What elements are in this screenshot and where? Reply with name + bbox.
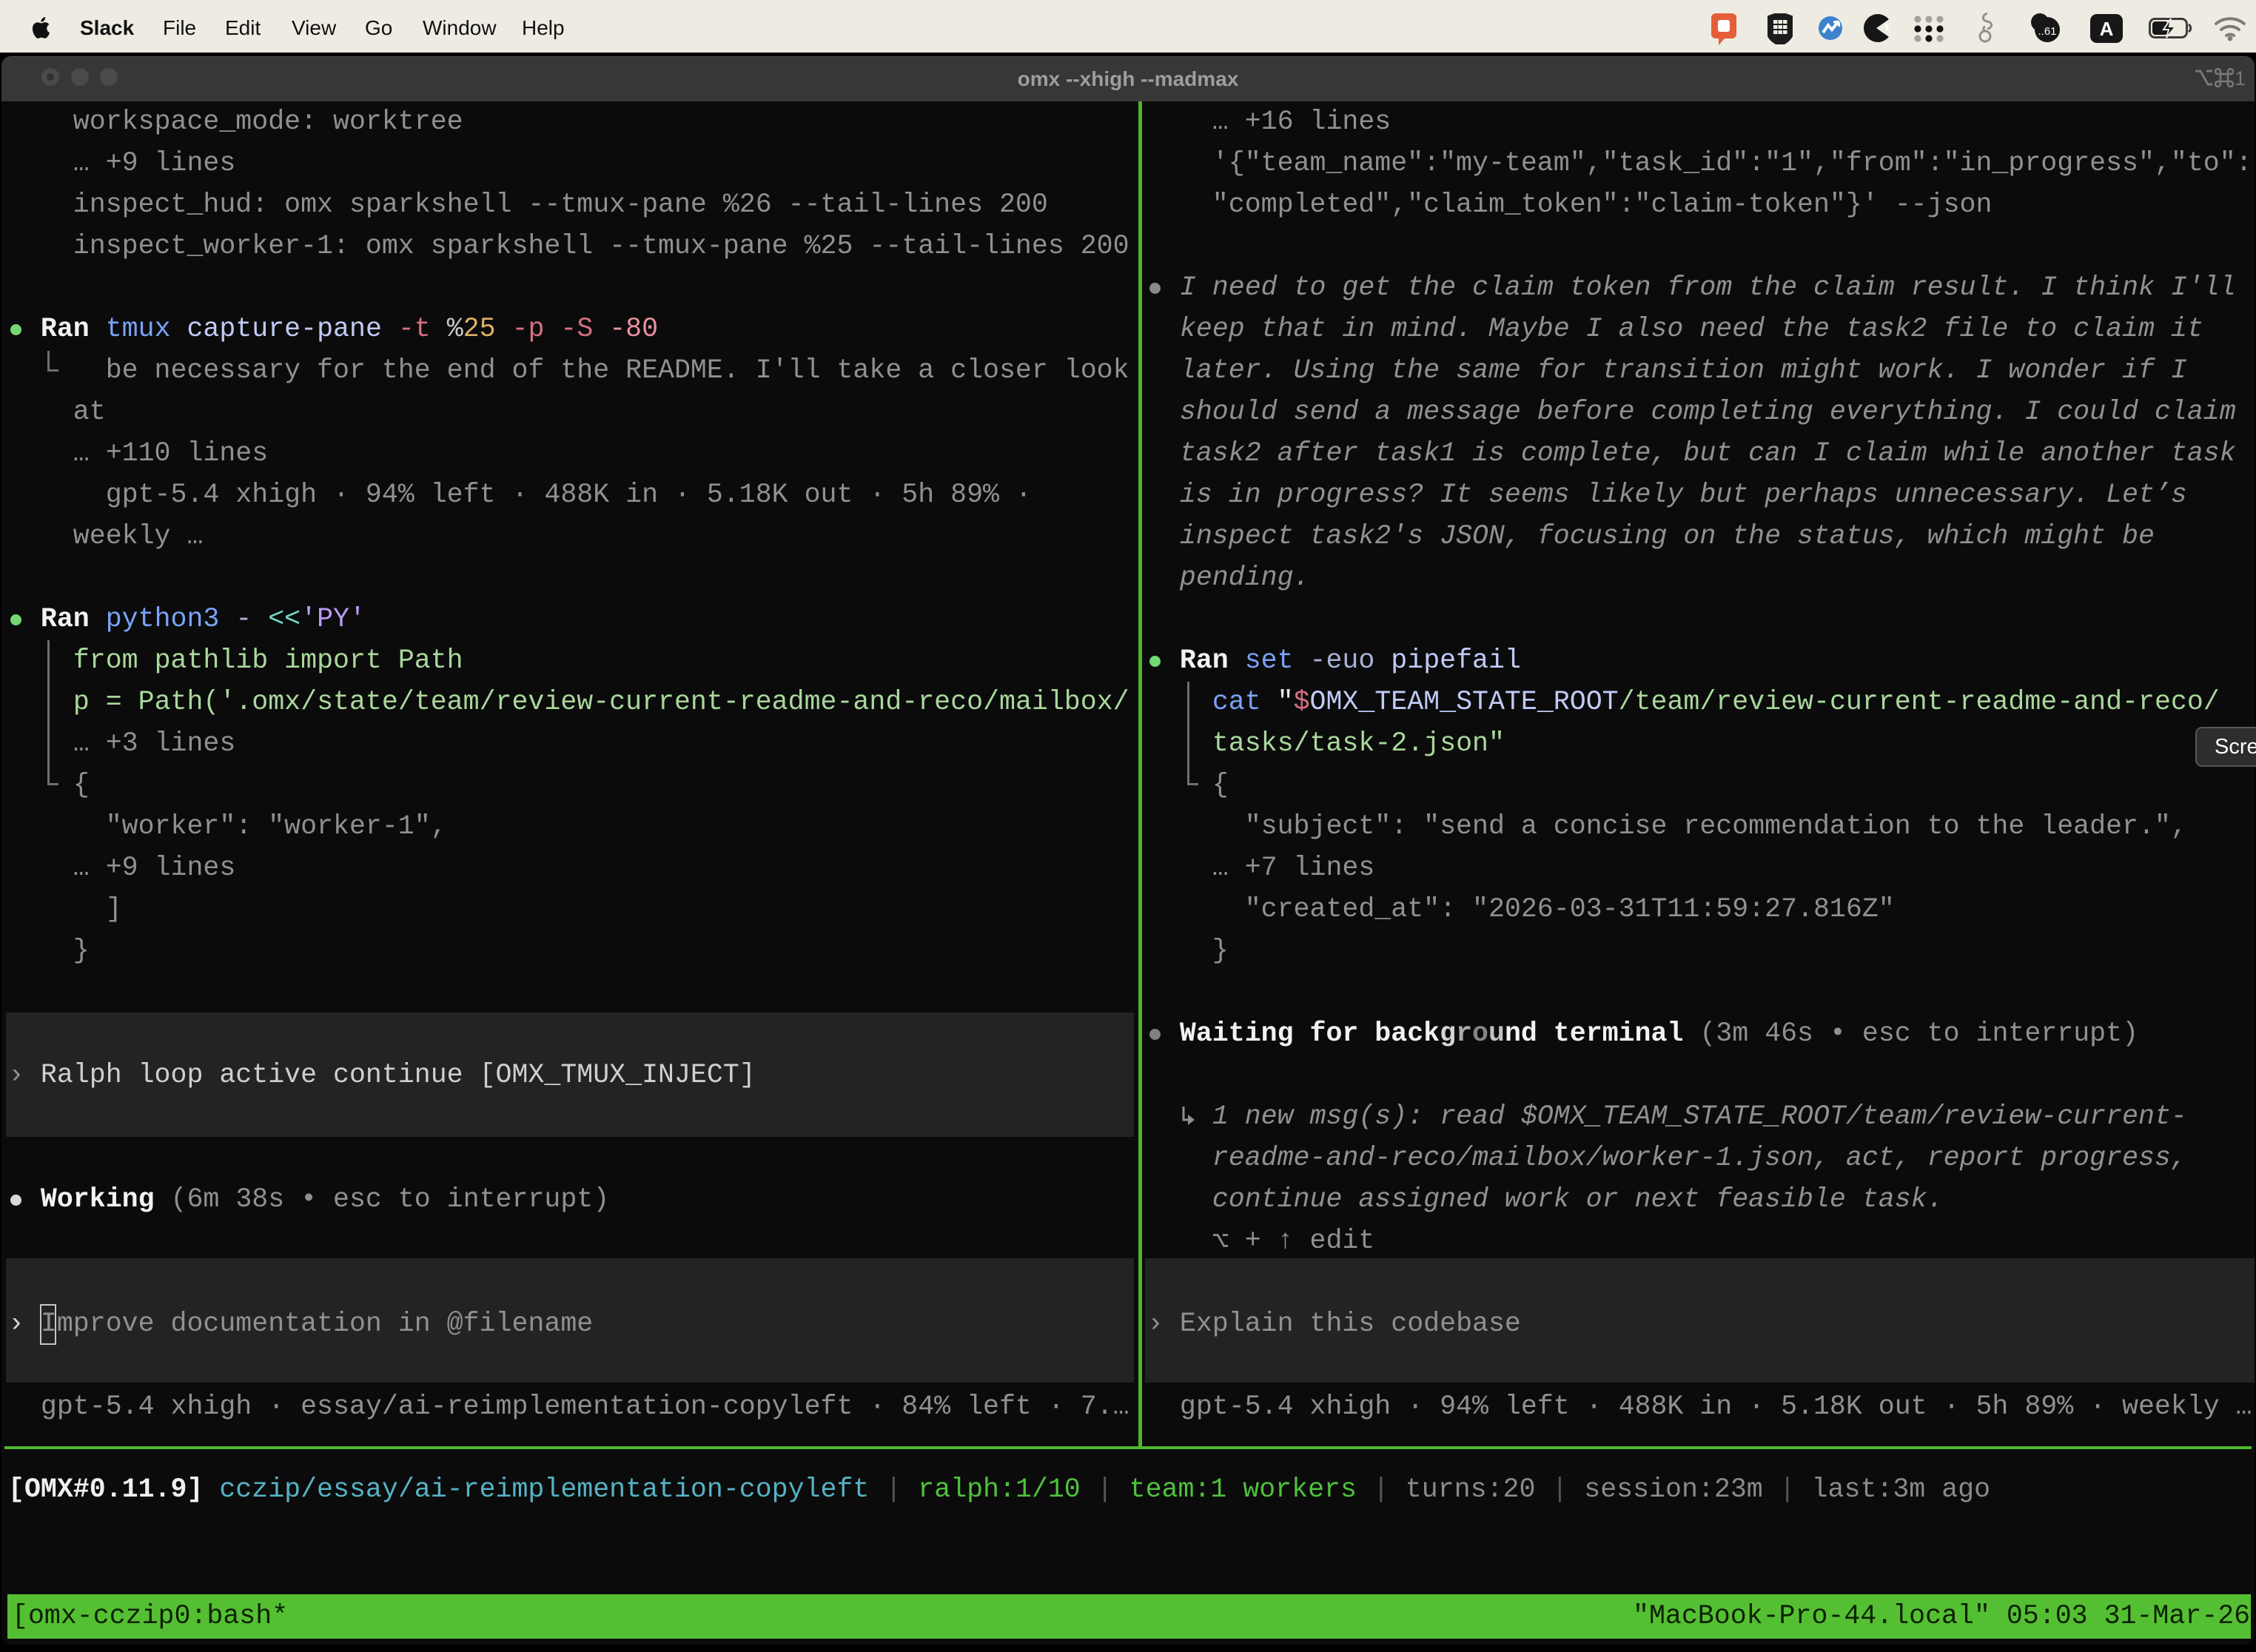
svg-text:..61: ..61 — [2038, 25, 2056, 38]
svg-text:A: A — [2100, 18, 2114, 40]
